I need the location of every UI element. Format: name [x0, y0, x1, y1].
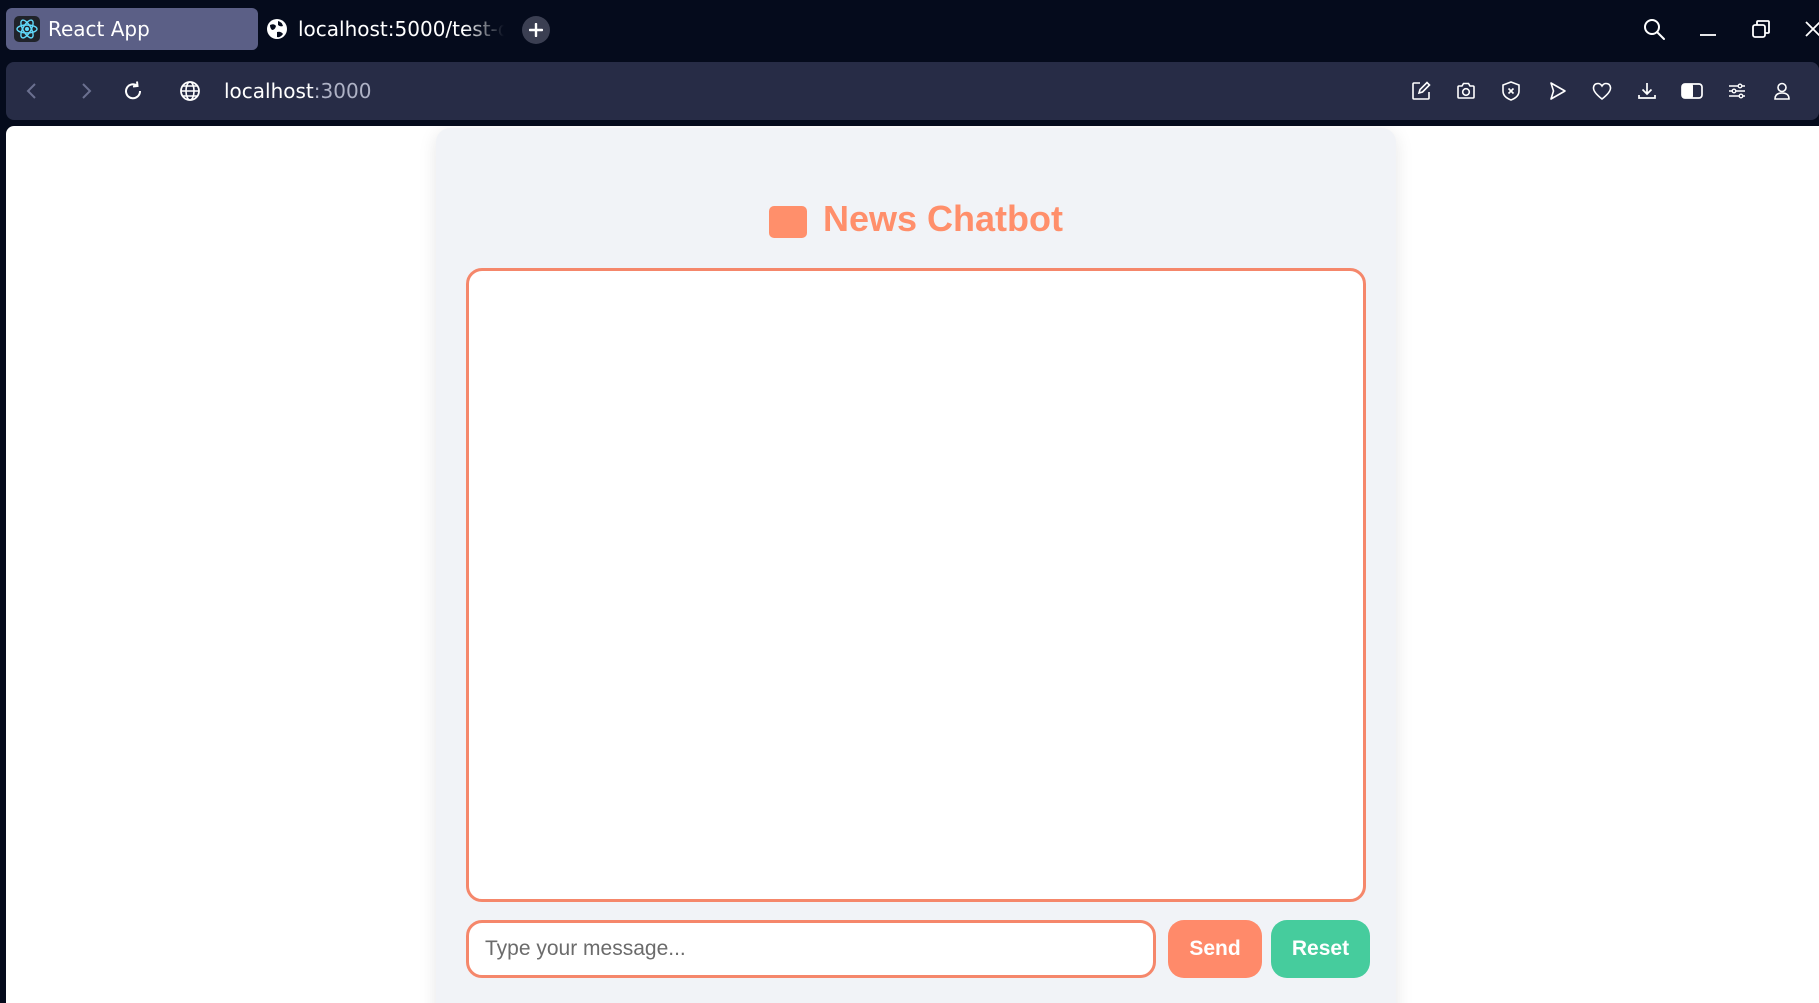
tab-test-qdrant[interactable]: localhost:5000/test-qdrant [262, 8, 504, 50]
reload-icon [125, 81, 142, 100]
page-title: News Chatbot [822, 198, 1063, 239]
download-icon [1638, 83, 1656, 99]
folder-icon [768, 206, 807, 238]
tab-strip: React App localhost:5000/test-qdrant [0, 0, 1819, 58]
search-tabs-button[interactable] [1639, 14, 1669, 44]
new-tab-button[interactable] [522, 16, 550, 44]
screenshot-button[interactable] [1450, 75, 1482, 107]
react-logo-icon [14, 16, 40, 42]
restore-icon [1752, 20, 1770, 38]
shield-icon [1502, 81, 1520, 101]
adblock-button[interactable] [1495, 75, 1527, 107]
globe-icon [267, 19, 287, 39]
play-icon [1550, 82, 1566, 100]
reload-button[interactable] [117, 75, 149, 107]
page-viewport: News Chatbot Send Reset [6, 126, 1819, 1003]
globe-icon [180, 81, 200, 101]
settings-sliders-icon [1729, 83, 1745, 99]
downloads-button[interactable] [1631, 75, 1663, 107]
user-icon [1774, 82, 1790, 100]
url-host: localhost [224, 79, 314, 103]
forward-button[interactable] [70, 75, 102, 107]
sidebar-icon [1681, 83, 1703, 99]
tab-react-app[interactable]: React App [6, 8, 258, 50]
address-bar: localhost:3000 [6, 62, 1819, 120]
header: News Chatbot [436, 196, 1396, 242]
send-to-device-button[interactable] [1541, 75, 1573, 107]
heart-icon [1592, 82, 1612, 101]
minimize-button[interactable] [1693, 14, 1723, 44]
plus-icon [529, 23, 543, 37]
edit-page-button[interactable] [1405, 75, 1437, 107]
sidebar-toggle-button[interactable] [1676, 75, 1708, 107]
easy-setup-button[interactable] [1721, 75, 1753, 107]
favorites-button[interactable] [1586, 75, 1618, 107]
send-button[interactable]: Send [1168, 920, 1262, 978]
back-button[interactable] [16, 75, 48, 107]
edit-icon [1412, 81, 1431, 100]
close-window-button[interactable] [1797, 14, 1819, 44]
url-port: :3000 [313, 79, 372, 103]
chat-messages-window[interactable] [466, 268, 1366, 902]
chevron-left-icon [26, 83, 36, 99]
minimize-icon [1700, 34, 1716, 36]
profile-button[interactable] [1766, 75, 1798, 107]
search-icon [1644, 19, 1665, 40]
reset-button[interactable]: Reset [1271, 920, 1370, 978]
tab-label: React App [48, 17, 150, 41]
message-composer: Send Reset [466, 920, 1370, 980]
url-field[interactable]: localhost:3000 [224, 77, 371, 105]
chevron-right-icon [82, 83, 92, 99]
camera-icon [1457, 82, 1475, 99]
site-info-button[interactable] [174, 75, 206, 107]
restore-button[interactable] [1746, 14, 1776, 44]
chatbot-card: News Chatbot Send Reset [436, 128, 1396, 1003]
message-input[interactable] [466, 920, 1156, 978]
close-icon [1805, 21, 1819, 37]
